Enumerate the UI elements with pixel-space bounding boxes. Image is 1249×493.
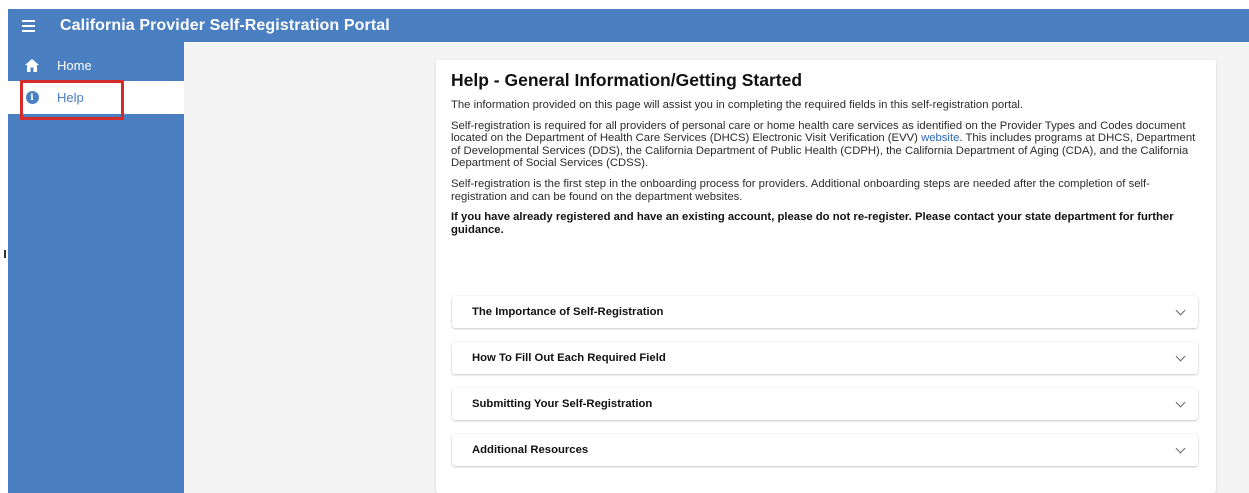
accordion-label: Additional Resources <box>472 444 589 456</box>
accordion-label: How To Fill Out Each Required Field <box>472 352 666 364</box>
app-title: California Provider Self-Registration Po… <box>60 16 390 34</box>
website-link[interactable]: website <box>921 132 959 144</box>
accordion-submitting[interactable]: Submitting Your Self-Registration <box>452 388 1198 420</box>
home-icon <box>25 58 39 72</box>
help-card: Help - General Information/Getting Start… <box>436 60 1216 493</box>
main-content: Help - General Information/Getting Start… <box>184 42 1249 493</box>
chevron-down-icon <box>1175 443 1186 454</box>
sidebar-item-label: Home <box>57 57 92 73</box>
page-title: Help - General Information/Getting Start… <box>451 70 803 90</box>
accordion-label: Submitting Your Self-Registration <box>472 398 653 410</box>
chevron-down-icon <box>1175 397 1186 408</box>
accordion-additional-resources[interactable]: Additional Resources <box>452 434 1198 466</box>
sidebar-item-help[interactable]: i Help <box>8 81 184 114</box>
notice-paragraph: If you have already registered and have … <box>451 211 1174 236</box>
registration-paragraph: Self-registration is required for all pr… <box>451 120 1201 170</box>
accordion-importance[interactable]: The Importance of Self-Registration <box>452 296 1198 328</box>
hamburger-menu-icon[interactable] <box>8 9 48 42</box>
sidebar: Home i Help <box>8 42 184 493</box>
chevron-down-icon <box>1175 305 1186 316</box>
accordion-label: The Importance of Self-Registration <box>472 306 664 318</box>
onboarding-paragraph: Self-registration is the first step in t… <box>451 177 1150 203</box>
sidebar-item-label: Help <box>57 90 84 105</box>
info-icon: i <box>25 91 39 105</box>
accordion-required-fields[interactable]: How To Fill Out Each Required Field <box>452 342 1198 374</box>
sidebar-item-home[interactable]: Home <box>8 49 184 81</box>
intro-paragraph: The information provided on this page wi… <box>451 99 1024 111</box>
top-app-bar: California Provider Self-Registration Po… <box>8 9 1249 42</box>
chevron-down-icon <box>1175 351 1186 362</box>
edge-mark <box>4 250 6 258</box>
